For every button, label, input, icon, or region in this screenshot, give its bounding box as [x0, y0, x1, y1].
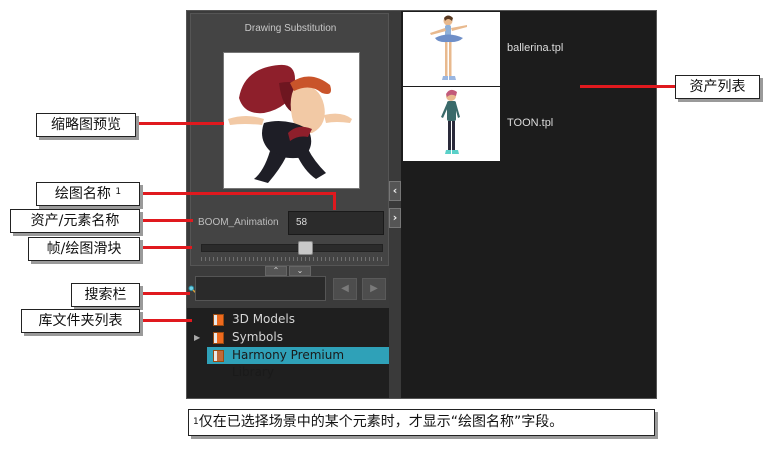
callout-thumbnail-preview: 缩略图预览 [36, 113, 136, 137]
callout-line-asset-list [580, 85, 676, 88]
search-input[interactable] [195, 276, 326, 301]
callout-line-search [139, 292, 190, 295]
collapse-down-button[interactable]: ⌄ [289, 266, 311, 276]
folder-item-3d-models[interactable]: 3D Models [187, 311, 389, 328]
drawing-substitution-panel: Drawing Substitution BOOM_Animation 58 ⌃… [186, 10, 657, 399]
substitution-left-pane: Drawing Substitution BOOM_Animation 58 ⌃… [187, 11, 389, 398]
folder-label: 3D Models [232, 312, 295, 326]
asset-item-toon[interactable]: TOON.tpl [402, 87, 656, 161]
callout-asset-list: 资产列表 [675, 75, 760, 99]
asset-thumbnail [403, 12, 500, 86]
drawing-name-field[interactable]: 58 [288, 211, 384, 235]
folder-label: Symbols [232, 330, 283, 344]
callout-drawing-name-text: 绘图名称 [54, 186, 111, 202]
asset-list: ballerina.tpl TOON.tpl [401, 11, 656, 398]
toon-thumbnail-image [441, 89, 460, 154]
collapse-up-button[interactable]: ⌃ [265, 266, 287, 276]
callout-frame-slider: 帧/绘图滑块 [28, 237, 140, 261]
expand-arrow-icon[interactable]: ▶ [194, 329, 200, 346]
library-folder-icon [213, 332, 224, 344]
thumbnail-preview [223, 52, 360, 189]
asset-thumbnail [403, 87, 500, 161]
callout-line-folder-list [139, 319, 192, 322]
pane-splitter[interactable]: ‹ › [389, 11, 401, 398]
callout-library-folder-list: 库文件夹列表 [21, 309, 140, 333]
expand-right-button[interactable]: › [389, 208, 401, 228]
folder-item-symbols[interactable]: ▶ Symbols [187, 329, 389, 346]
callout-line-slider [139, 246, 192, 249]
callout-line-thumbnail [135, 122, 224, 125]
previous-button[interactable]: ◀ [333, 278, 357, 300]
footnote: 1仅在已选择场景中的某个元素时，才显示“绘图名称”字段。 [188, 409, 655, 436]
callout-search-bar: 搜索栏 [71, 283, 140, 307]
asset-element-name: BOOM_Animation [198, 217, 279, 228]
footnote-text: 仅在已选择场景中的某个元素时，才显示“绘图名称”字段。 [198, 414, 564, 430]
callout-drawing-name: 绘图名称 1 [36, 182, 140, 206]
character-thumbnail-image [228, 64, 352, 183]
callout-line-drawing-name [139, 192, 335, 195]
asset-name: ballerina.tpl [507, 42, 564, 54]
ballerina-thumbnail-image [430, 15, 467, 80]
panel-title: Drawing Substitution [244, 23, 337, 34]
collapse-left-button[interactable]: ‹ [389, 181, 401, 201]
library-folder-icon [213, 314, 224, 326]
library-folder-icon [213, 350, 224, 362]
footnote-mark: 1 [115, 187, 122, 197]
library-folder-list: 3D Models ▶ Symbols Harmony Premium Libr… [187, 308, 389, 398]
callout-asset-element-name: 资产/元素名称 [10, 209, 140, 233]
next-button[interactable]: ▶ [362, 278, 386, 300]
folder-label: Harmony Premium Library [232, 348, 345, 379]
asset-item-ballerina[interactable]: ballerina.tpl [402, 12, 656, 86]
frame-drawing-slider-handle[interactable] [297, 241, 313, 255]
folder-item-harmony-premium-library[interactable]: Harmony Premium Library [187, 347, 389, 379]
frame-drawing-slider-track[interactable] [201, 244, 383, 252]
asset-name: TOON.tpl [507, 117, 554, 129]
callout-line-drawing-name-drop [333, 192, 336, 210]
collapse-buttons: ⌃ ⌄ [265, 266, 313, 276]
drawing-substitution-box: Drawing Substitution BOOM_Animation 58 [190, 13, 389, 266]
callout-line-element-name [139, 219, 193, 222]
slider-ticks [201, 257, 383, 261]
